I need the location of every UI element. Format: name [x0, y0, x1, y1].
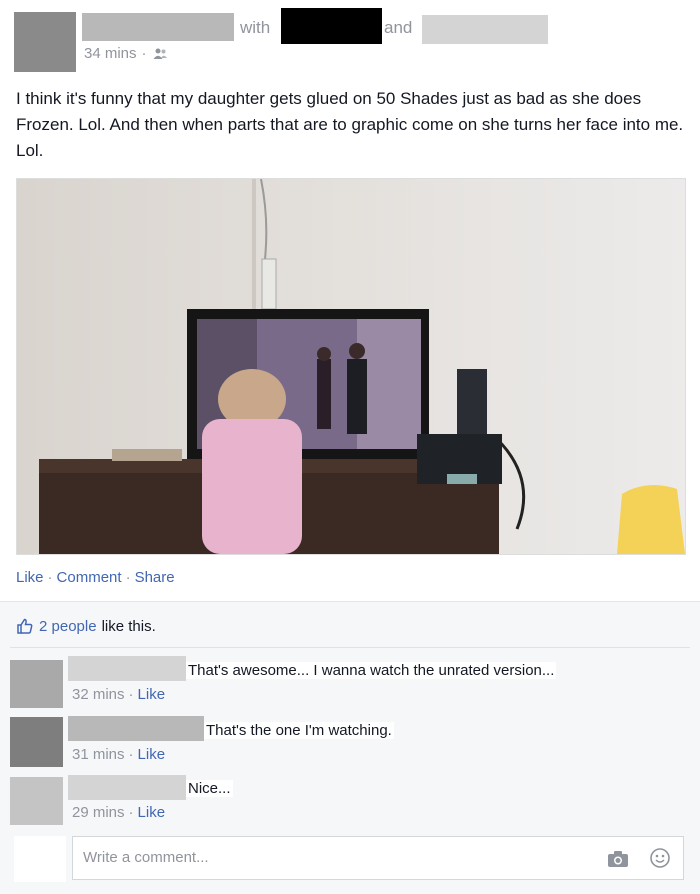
with-text: with — [240, 18, 271, 37]
meta-separator: · — [128, 746, 134, 763]
commenter-avatar[interactable] — [10, 660, 63, 708]
comment-text: That's the one I'm watching. — [204, 722, 394, 739]
comment-composer[interactable]: Write a comment... — [72, 836, 684, 880]
comment-timestamp[interactable]: 29 mins — [72, 804, 125, 821]
comment-item: That's awesome... I wanna watch the unra… — [0, 652, 700, 708]
camera-icon[interactable] — [607, 850, 629, 868]
post-photo[interactable] — [16, 178, 686, 555]
poster-avatar[interactable] — [14, 12, 76, 72]
comment-link[interactable]: Comment — [57, 569, 122, 586]
meta-separator: · — [141, 45, 147, 62]
commenter-avatar[interactable] — [10, 777, 63, 825]
poster-name-redacted[interactable] — [82, 13, 234, 41]
comment-timestamp[interactable]: 31 mins — [72, 746, 125, 763]
meta-separator: · — [128, 686, 134, 703]
comment-like-link[interactable]: Like — [138, 804, 166, 821]
commenter-name-redacted[interactable] — [68, 656, 186, 681]
post-timestamp[interactable]: 34 mins — [84, 45, 137, 62]
comment-text: That's awesome... I wanna watch the unra… — [186, 662, 557, 679]
post-body: I think it's funny that my daughter gets… — [16, 89, 684, 160]
comment-meta: 31 mins · Like — [72, 746, 165, 763]
comment-like-link[interactable]: Like — [138, 746, 166, 763]
tagged-others-redacted[interactable] — [422, 15, 548, 44]
comment-item: That's the one I'm watching. 31 mins · L… — [0, 712, 700, 768]
and-text: and — [384, 18, 413, 37]
comment-meta: 32 mins · Like — [72, 686, 165, 703]
share-link[interactable]: Share — [135, 569, 175, 586]
like-link[interactable]: Like — [16, 569, 44, 586]
commenter-name-redacted[interactable] — [68, 775, 186, 800]
post-meta: 34 mins · — [84, 45, 168, 62]
photo-image — [17, 179, 685, 554]
comment-item: Nice... 29 mins · Like — [0, 772, 700, 828]
composer-avatar — [14, 836, 66, 882]
post-actions: Like · Comment · Share — [16, 569, 175, 586]
friends-icon — [152, 47, 168, 60]
actions-separator: · — [47, 569, 53, 586]
smiley-icon[interactable] — [649, 847, 671, 869]
comment-like-link[interactable]: Like — [138, 686, 166, 703]
commenter-name-redacted[interactable] — [68, 716, 204, 741]
likes-sentence: 2 people like this. — [16, 617, 156, 635]
comment-text: Nice... — [186, 780, 233, 797]
thumbs-up-icon — [16, 617, 34, 635]
commenter-avatar[interactable] — [10, 717, 63, 767]
meta-separator: · — [128, 804, 134, 821]
divider — [10, 647, 690, 648]
likers-link[interactable]: 2 people — [39, 618, 97, 635]
tagged-friend-redacted[interactable] — [281, 8, 382, 44]
likes-suffix: like this. — [101, 617, 156, 635]
actions-separator: · — [125, 569, 131, 586]
comment-input-placeholder[interactable]: Write a comment... — [83, 849, 209, 866]
comment-meta: 29 mins · Like — [72, 804, 165, 821]
comment-timestamp[interactable]: 32 mins — [72, 686, 125, 703]
